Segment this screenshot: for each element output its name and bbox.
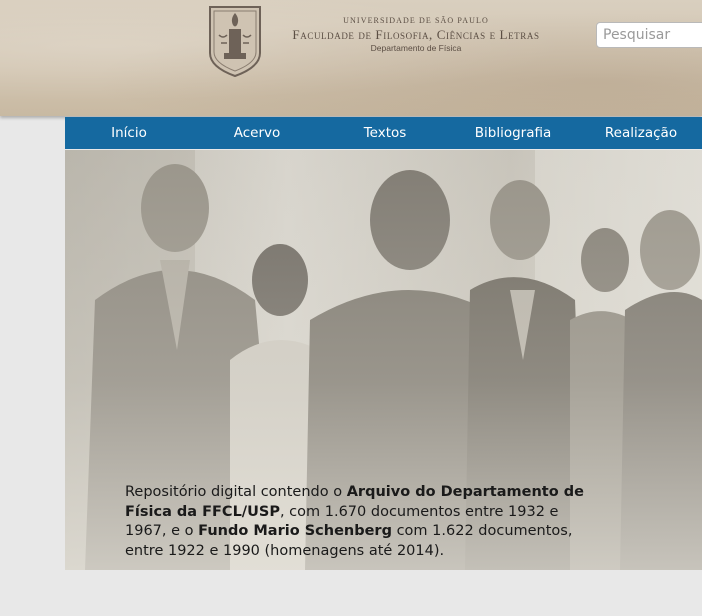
torch-crest-icon[interactable] bbox=[207, 5, 263, 78]
nav-item-realizacao[interactable]: Realização bbox=[577, 117, 702, 149]
caption-bold-fund: Fundo Mario Schenberg bbox=[198, 523, 392, 539]
site-header: UNIVERSIDADE DE SÃO PAULO Faculdade de F… bbox=[0, 0, 702, 116]
nav-item-textos[interactable]: Textos bbox=[321, 117, 449, 149]
caption-text-1: Repositório digital contendo o bbox=[125, 484, 347, 500]
main-navigation: Início Acervo Textos Bibliografia Realiz… bbox=[65, 117, 702, 149]
hero-banner: Repositório digital contendo o Arquivo d… bbox=[65, 150, 702, 570]
site-logo-text[interactable]: UNIVERSIDADE DE SÃO PAULO Faculdade de F… bbox=[268, 16, 564, 53]
search-input[interactable] bbox=[596, 22, 702, 48]
logo-university: UNIVERSIDADE DE SÃO PAULO bbox=[343, 16, 489, 25]
hero-caption: Repositório digital contendo o Arquivo d… bbox=[125, 483, 585, 561]
nav-item-bibliografia[interactable]: Bibliografia bbox=[449, 117, 577, 149]
nav-item-acervo[interactable]: Acervo bbox=[193, 117, 321, 149]
logo-faculty: Faculdade de Filosofia, Ciências e Letra… bbox=[292, 27, 540, 42]
logo-department: Departamento de Física bbox=[370, 43, 462, 53]
nav-item-inicio[interactable]: Início bbox=[65, 117, 193, 149]
